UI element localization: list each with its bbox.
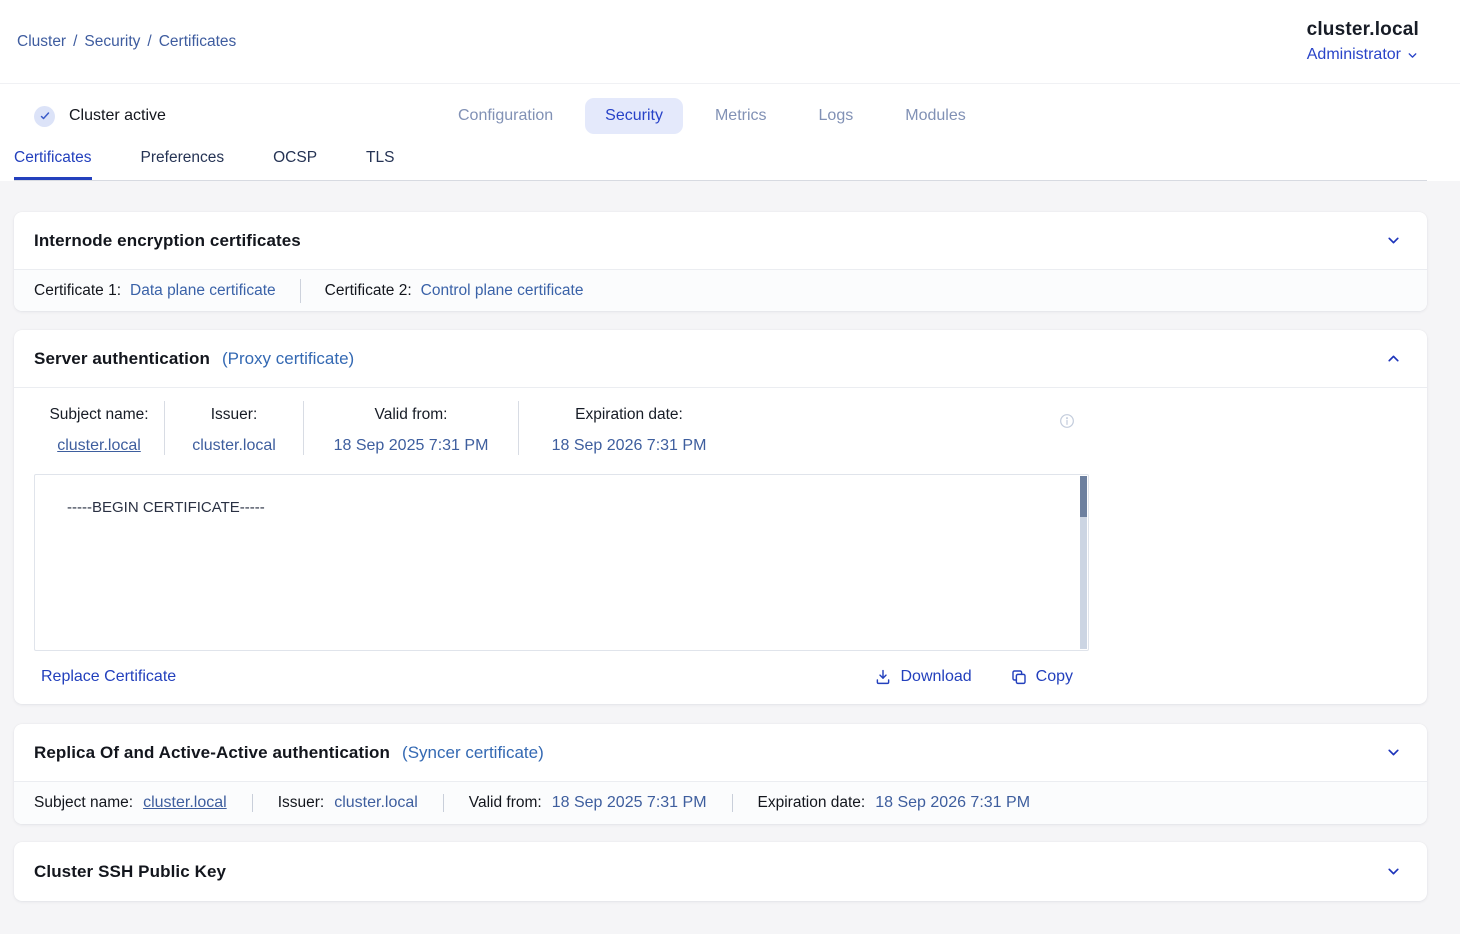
valid-from-field: Valid from: 18 Sep 2025 7:31 PM <box>304 401 519 455</box>
valid-from-label: Valid from: <box>469 794 542 812</box>
copy-label: Copy <box>1036 668 1073 686</box>
subject-name-link[interactable]: cluster.local <box>57 437 141 454</box>
tab-configuration[interactable]: Configuration <box>438 98 573 134</box>
certificate-1-label: Certificate 1: <box>34 282 121 300</box>
valid-from-value: 18 Sep 2025 7:31 PM <box>552 794 707 812</box>
tab-metrics[interactable]: Metrics <box>695 98 787 134</box>
scrollbar[interactable] <box>1080 476 1087 649</box>
ssh-card-title: Cluster SSH Public Key <box>34 862 226 882</box>
issuer-field: Issuer: cluster.local <box>165 401 304 455</box>
breadcrumb-security[interactable]: Security <box>84 33 140 51</box>
certificate-text-area[interactable]: -----BEGIN CERTIFICATE----- <box>34 474 1089 651</box>
expiration-date-field: Expiration date: 18 Sep 2026 7:31 PM <box>519 401 739 455</box>
breadcrumb: Cluster / Security / Certificates <box>17 33 236 51</box>
status-tab-bar: Cluster active Configuration Security Me… <box>0 84 1460 148</box>
subtab-preferences[interactable]: Preferences <box>141 149 225 180</box>
copy-icon <box>1010 668 1028 686</box>
top-bar: Cluster / Security / Certificates cluste… <box>0 0 1460 84</box>
breadcrumb-separator: / <box>73 33 77 51</box>
internode-card-header[interactable]: Internode encryption certificates <box>14 212 1427 269</box>
internode-collapse-toggle[interactable] <box>1383 230 1404 251</box>
proxy-certificate-link[interactable]: (Proxy certificate) <box>222 349 354 369</box>
certificate-fields: Subject name: cluster.local Issuer: clus… <box>14 387 1427 469</box>
cluster-active-check-icon <box>34 106 55 127</box>
divider <box>300 279 301 303</box>
info-icon[interactable] <box>1059 413 1075 434</box>
download-button[interactable]: Download <box>874 668 971 686</box>
breadcrumb-separator: / <box>147 33 151 51</box>
replica-collapse-toggle[interactable] <box>1383 742 1404 763</box>
divider <box>443 794 444 812</box>
user-role-label: Administrator <box>1307 46 1401 64</box>
certificate-2-label: Certificate 2: <box>325 282 412 300</box>
tab-security[interactable]: Security <box>585 98 683 134</box>
certificates-page: Internode encryption certificates Certif… <box>0 181 1460 901</box>
valid-from-value: 18 Sep 2025 7:31 PM <box>310 437 512 455</box>
tab-modules[interactable]: Modules <box>885 98 985 134</box>
chevron-down-icon <box>1406 49 1419 62</box>
replace-certificate-button[interactable]: Replace Certificate <box>41 668 176 686</box>
issuer-label: Issuer: <box>171 401 297 424</box>
chevron-down-icon <box>1385 232 1402 249</box>
subtab-tls[interactable]: TLS <box>366 149 394 180</box>
issuer-value: cluster.local <box>334 794 418 812</box>
issuer-label: Issuer: <box>278 794 325 812</box>
main-tabs: Configuration Security Metrics Logs Modu… <box>438 84 986 148</box>
divider <box>252 794 253 812</box>
server-auth-collapse-toggle[interactable] <box>1383 348 1404 369</box>
ssh-card-header[interactable]: Cluster SSH Public Key <box>14 842 1427 901</box>
ssh-public-key-card: Cluster SSH Public Key <box>14 842 1427 901</box>
breadcrumb-cluster[interactable]: Cluster <box>17 33 66 51</box>
tab-logs[interactable]: Logs <box>799 98 874 134</box>
internode-card-title: Internode encryption certificates <box>34 231 301 251</box>
valid-from-label: Valid from: <box>310 401 512 424</box>
cluster-status-label: Cluster active <box>69 107 166 125</box>
chevron-down-icon <box>1385 863 1402 880</box>
internode-encryption-card: Internode encryption certificates Certif… <box>14 212 1427 311</box>
replica-authentication-card: Replica Of and Active-Active authenticat… <box>14 724 1427 824</box>
expiration-date-label: Expiration date: <box>525 401 733 424</box>
divider <box>732 794 733 812</box>
server-auth-title: Server authentication <box>34 349 210 369</box>
server-auth-card-header[interactable]: Server authentication (Proxy certificate… <box>14 330 1427 387</box>
issuer-value: cluster.local <box>171 437 297 455</box>
security-sub-tabs: Certificates Preferences OCSP TLS <box>0 148 1460 181</box>
control-plane-certificate-link[interactable]: Control plane certificate <box>421 282 584 300</box>
cluster-identity: cluster.local Administrator <box>1307 19 1419 64</box>
copy-button[interactable]: Copy <box>1010 668 1073 686</box>
download-icon <box>874 668 892 686</box>
certificate-actions: Replace Certificate Download <box>34 668 1089 686</box>
replica-card-title: Replica Of and Active-Active authenticat… <box>34 743 390 763</box>
subtab-ocsp[interactable]: OCSP <box>273 149 317 180</box>
cluster-status: Cluster active <box>0 106 166 127</box>
ssh-collapse-toggle[interactable] <box>1383 861 1404 882</box>
user-role-menu[interactable]: Administrator <box>1307 46 1419 64</box>
cluster-name: cluster.local <box>1307 19 1419 41</box>
data-plane-certificate-link[interactable]: Data plane certificate <box>130 282 276 300</box>
scrollbar-thumb[interactable] <box>1080 476 1087 517</box>
download-label: Download <box>900 668 971 686</box>
subject-name-label: Subject name: <box>34 794 133 812</box>
syncer-certificate-link[interactable]: (Syncer certificate) <box>402 743 544 763</box>
replica-certificate-summary: Subject name: cluster.local Issuer: clus… <box>14 781 1427 824</box>
internode-certificates-row: Certificate 1: Data plane certificate Ce… <box>14 269 1427 311</box>
certificate-text: -----BEGIN CERTIFICATE----- <box>67 499 265 516</box>
subject-name-field: Subject name: cluster.local <box>34 401 165 455</box>
expiration-date-label: Expiration date: <box>758 794 866 812</box>
subtab-certificates[interactable]: Certificates <box>14 149 92 180</box>
server-authentication-card: Server authentication (Proxy certificate… <box>14 330 1427 704</box>
replica-card-header[interactable]: Replica Of and Active-Active authenticat… <box>14 724 1427 781</box>
subject-name-label: Subject name: <box>40 401 158 424</box>
chevron-up-icon <box>1385 350 1402 367</box>
breadcrumb-certificates[interactable]: Certificates <box>159 33 237 51</box>
chevron-down-icon <box>1385 744 1402 761</box>
subject-name-link[interactable]: cluster.local <box>143 794 227 812</box>
expiration-date-value: 18 Sep 2026 7:31 PM <box>875 794 1030 812</box>
expiration-date-value: 18 Sep 2026 7:31 PM <box>525 437 733 455</box>
